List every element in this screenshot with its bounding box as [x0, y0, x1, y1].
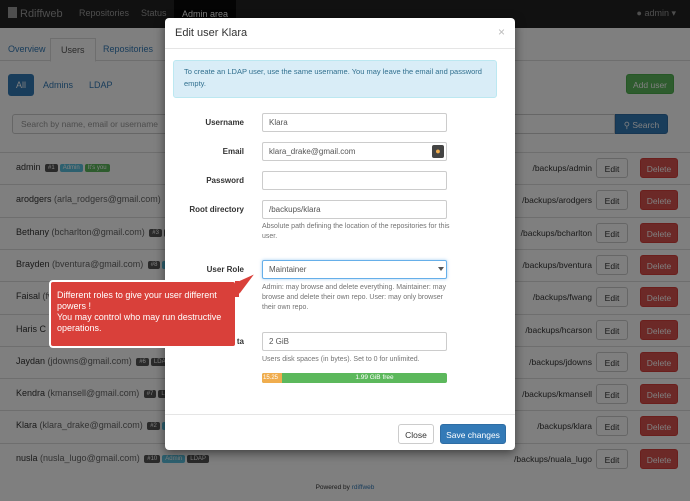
user-quota-help: Users disk spaces (in bytes). Set to 0 f…: [262, 356, 420, 363]
modal-header: Edit user Klara ×: [165, 18, 515, 49]
modal-title: Edit user Klara: [175, 27, 248, 39]
password-manager-icon[interactable]: ●: [432, 145, 444, 158]
email-field[interactable]: klara_drake@gmail.com ●: [262, 142, 447, 161]
email-label: Email: [222, 147, 244, 156]
username-field[interactable]: Klara: [262, 113, 447, 132]
user-role-help: Admin: may browse and delete everything.…: [262, 284, 447, 311]
quota-progress-bar: 15.25 1.99 GiB free: [262, 373, 447, 383]
close-icon[interactable]: ×: [498, 25, 505, 39]
callout-line-2: You may control who may run destructive …: [57, 312, 222, 333]
close-button[interactable]: Close: [398, 424, 434, 444]
info-alert: To create an LDAP user, use the same use…: [173, 60, 497, 98]
modal-footer: Close Save changes: [165, 414, 515, 451]
save-changes-button[interactable]: Save changes: [440, 424, 506, 444]
username-label: Username: [205, 118, 244, 127]
callout-arrow-icon: [235, 271, 257, 297]
callout-line-1: Different roles to give your user differ…: [57, 290, 217, 311]
annotation-callout: Different roles to give your user differ…: [49, 280, 237, 348]
user-quota-field[interactable]: 2 GiB: [262, 332, 447, 351]
quota-used-segment: 15.25: [262, 373, 282, 383]
edit-user-modal: Edit user Klara × To create an LDAP user…: [165, 18, 515, 450]
user-role-select[interactable]: Maintainer: [262, 260, 447, 279]
root-directory-help: Absolute path defining the location of t…: [262, 223, 450, 240]
chevron-down-icon: [438, 267, 444, 271]
password-field[interactable]: [262, 171, 447, 190]
quota-free-label: 1.99 GiB free: [355, 374, 394, 381]
password-label: Password: [206, 176, 244, 185]
root-directory-field[interactable]: /backups/klara: [262, 200, 447, 219]
root-directory-label: Root directory: [189, 205, 244, 214]
